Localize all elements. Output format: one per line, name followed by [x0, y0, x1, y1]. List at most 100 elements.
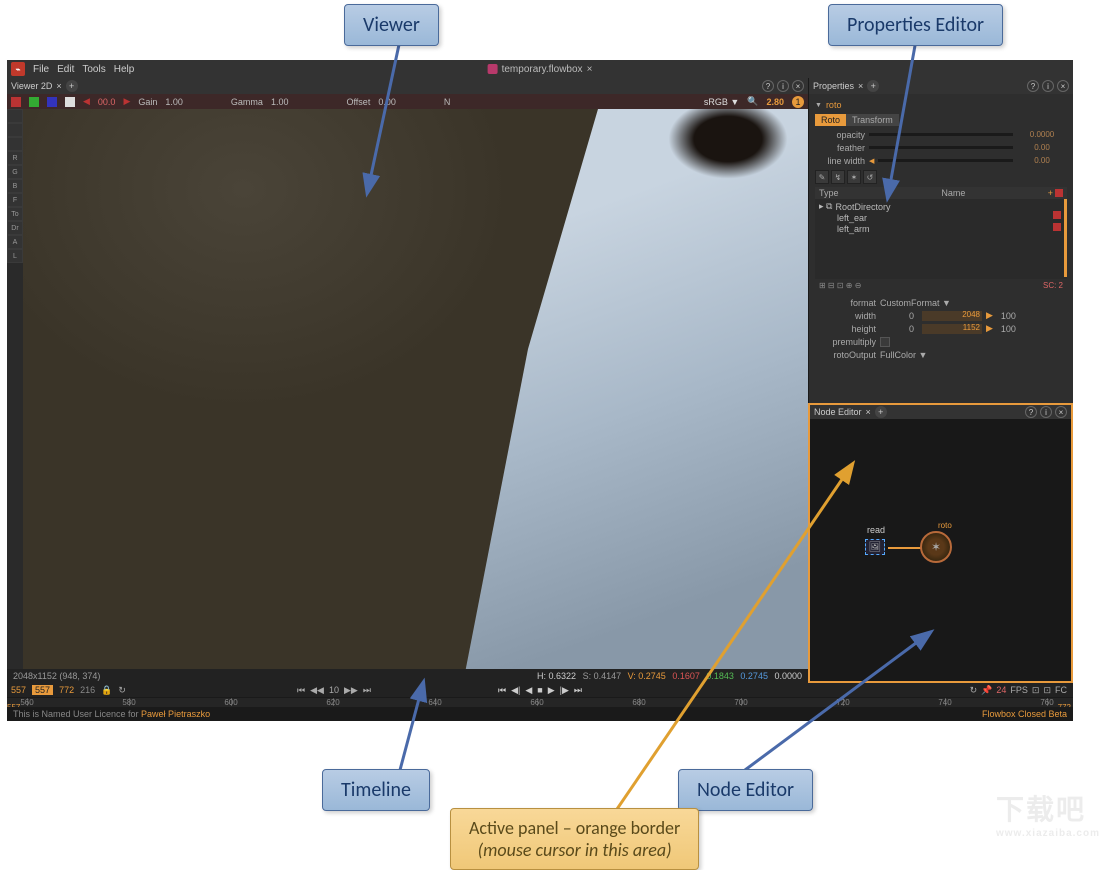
help-icon[interactable]: ? [1025, 406, 1037, 418]
close-tab-icon[interactable]: × [587, 64, 593, 75]
channel-r-icon[interactable] [11, 97, 21, 107]
frame-in[interactable]: 557 [11, 685, 26, 695]
properties-close-icon[interactable]: × [858, 81, 863, 91]
refresh-icon[interactable]: ↻ [118, 685, 126, 696]
format-dropdown[interactable]: CustomFormat ▼ [880, 298, 951, 308]
colorspace-dropdown[interactable]: sRGB ▼ [704, 97, 739, 107]
gamma-value[interactable]: 1.00 [271, 97, 289, 107]
channel-b-icon[interactable] [47, 97, 57, 107]
gain-value[interactable]: 1.00 [165, 97, 183, 107]
width-slider[interactable]: 2048 [922, 311, 982, 321]
tool-r[interactable]: R [7, 151, 23, 165]
step-back-icon[interactable]: ◀| [511, 685, 520, 696]
tool-a[interactable]: A [7, 235, 23, 249]
tool-0[interactable] [7, 109, 23, 123]
image-dimensions: 2048x1152 (948, 374) [13, 671, 100, 681]
feather-value[interactable]: 0.00 [1017, 143, 1067, 152]
tool-f[interactable]: F [7, 193, 23, 207]
node-editor-close-icon[interactable]: × [866, 407, 871, 417]
node-editor-add-icon[interactable]: + [875, 406, 887, 418]
help-icon[interactable]: ? [1027, 80, 1039, 92]
viewer-add-icon[interactable]: + [66, 80, 78, 92]
tab-roto[interactable]: Roto [815, 114, 846, 126]
zoom-icon[interactable]: 🔍 [747, 96, 758, 107]
offset-value[interactable]: 0.00 [378, 97, 396, 107]
close-icon[interactable]: × [1057, 80, 1069, 92]
tool-g[interactable]: G [7, 165, 23, 179]
tl-fc[interactable]: FC [1055, 685, 1067, 695]
rewind-icon[interactable]: ◀◀ [310, 685, 324, 696]
opacity-value[interactable]: 0.0000 [1017, 130, 1067, 139]
brush-icon[interactable]: ↯ [831, 170, 845, 184]
skip-fwd-icon[interactable]: ⏭ [363, 685, 371, 696]
opacity-slider[interactable] [869, 133, 1013, 136]
shape-color-2[interactable] [1053, 223, 1061, 231]
tool-to[interactable]: To [7, 207, 23, 221]
lock-icon[interactable]: 🔒 [101, 685, 112, 696]
frame-out[interactable]: 772 [59, 685, 74, 695]
node-connection[interactable] [888, 547, 922, 549]
tool-2[interactable] [7, 137, 23, 151]
fps-value[interactable]: 10 [329, 685, 339, 696]
shape-tree[interactable]: ▸ ⧉ RootDirectory left_ear left_arm [815, 199, 1067, 279]
tool-dr[interactable]: Dr [7, 221, 23, 235]
menu-tools[interactable]: Tools [82, 64, 105, 75]
forward-icon[interactable]: ▶▶ [344, 685, 358, 696]
node-name[interactable]: roto [815, 98, 1067, 112]
wrench-icon[interactable]: ↺ [863, 170, 877, 184]
node-read[interactable]: read 🖼 [865, 539, 885, 555]
channel-a-icon[interactable] [65, 97, 75, 107]
pin-icon[interactable]: 📌 [981, 685, 992, 696]
help-icon[interactable]: ? [762, 80, 774, 92]
tool-1[interactable] [7, 123, 23, 137]
zoom-value[interactable]: 2.80 [766, 97, 784, 107]
tl-opt2[interactable]: ⊡ [1043, 685, 1051, 696]
next-icon[interactable]: ▶ [123, 96, 130, 107]
stop-icon[interactable]: ■ [537, 685, 542, 696]
first-frame-icon[interactable]: ⏮ [498, 685, 506, 696]
info-icon[interactable]: i [1042, 80, 1054, 92]
lock-icon[interactable]: ◀ [869, 157, 874, 165]
prev-icon[interactable]: ◀ [83, 96, 90, 107]
tool-l[interactable]: L [7, 249, 23, 263]
play-back-icon[interactable]: ◀ [525, 685, 532, 696]
play-icon[interactable]: ▶ [548, 685, 555, 696]
channel-g-icon[interactable] [29, 97, 39, 107]
step-fwd-icon[interactable]: |▶ [560, 685, 569, 696]
viewer-canvas[interactable] [23, 109, 808, 669]
close-icon[interactable]: × [792, 80, 804, 92]
last-frame-icon[interactable]: ⏭ [574, 685, 582, 696]
tool-b[interactable]: B [7, 179, 23, 193]
tree-scrollbar[interactable] [1064, 199, 1067, 277]
close-icon[interactable]: × [1055, 406, 1067, 418]
info-icon[interactable]: i [777, 80, 789, 92]
node-roto[interactable]: roto ✶ [920, 531, 952, 563]
rotooutput-dropdown[interactable]: FullColor ▼ [880, 350, 927, 360]
node-graph-canvas[interactable]: read 🖼 roto ✶ [810, 419, 1071, 681]
pencil-icon[interactable]: ✎ [815, 170, 829, 184]
premultiply-checkbox[interactable] [880, 337, 890, 347]
linewidth-value[interactable]: 0.00 [1017, 156, 1067, 165]
viewer-close-icon[interactable]: × [56, 81, 61, 91]
shape-count: SC: 2 [1043, 281, 1063, 290]
tree-footer-icons[interactable]: ⊞ ⊟ ⊡ ⊕ ⊖ [819, 281, 861, 290]
tab-transform[interactable]: Transform [846, 114, 899, 126]
gear-icon[interactable]: ✶ [847, 170, 861, 184]
delete-shape-icon[interactable] [1055, 189, 1063, 197]
add-shape-icon[interactable]: + [1048, 188, 1053, 198]
loop-icon[interactable]: ↻ [970, 685, 978, 696]
linewidth-slider[interactable] [878, 159, 1013, 162]
frame-current[interactable]: 557 [32, 685, 53, 695]
document-tab[interactable]: temporary.flowbox × [488, 60, 593, 78]
menu-help[interactable]: Help [114, 64, 135, 75]
info-icon[interactable]: i [1040, 406, 1052, 418]
tl-opt1[interactable]: ⊡ [1032, 685, 1040, 696]
properties-add-icon[interactable]: + [867, 80, 879, 92]
node-editor-title: Node Editor [814, 407, 862, 417]
height-slider[interactable]: 1152 [922, 324, 982, 334]
menu-file[interactable]: File [33, 64, 49, 75]
skip-back-icon[interactable]: ⏮ [297, 685, 305, 696]
shape-color-1[interactable] [1053, 211, 1061, 219]
feather-slider[interactable] [869, 146, 1013, 149]
menu-edit[interactable]: Edit [57, 64, 74, 75]
